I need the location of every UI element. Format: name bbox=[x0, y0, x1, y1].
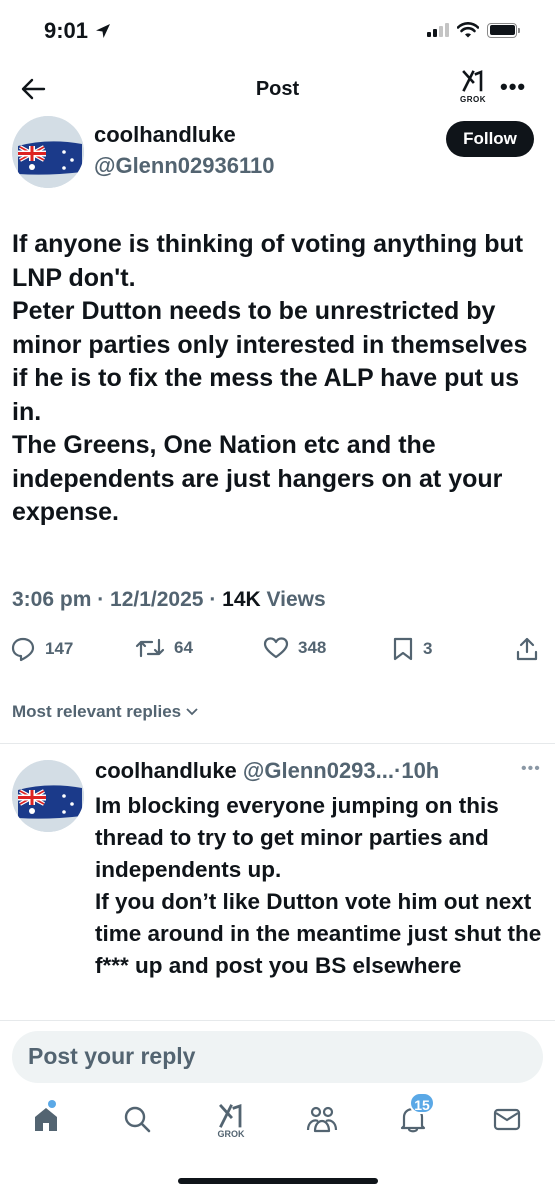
location-arrow-icon bbox=[96, 24, 111, 38]
home-icon bbox=[35, 1108, 57, 1131]
post-meta: 3:06 pm · 12/1/2025 · 14K Views bbox=[12, 588, 326, 611]
reply-line: If you don’t like Dutton vote him out ne… bbox=[95, 889, 542, 978]
sort-label: Most relevant replies bbox=[12, 702, 182, 721]
battery-icon bbox=[487, 22, 520, 38]
reply-input[interactable]: Post your reply bbox=[12, 1031, 543, 1083]
reply-icon bbox=[11, 637, 35, 662]
share-icon bbox=[516, 637, 538, 661]
nav-messages[interactable] bbox=[487, 1104, 527, 1139]
reply-item[interactable]: coolhandluke @Glenn0293...·10h ••• Im bl… bbox=[0, 746, 555, 1016]
grok-label: GROK bbox=[460, 95, 486, 104]
repost-icon bbox=[135, 638, 165, 658]
post-author: coolhandluke @Glenn02936110 Follow bbox=[0, 116, 555, 196]
views-count: 14K bbox=[222, 588, 261, 611]
post-actions: 147 64 348 3 bbox=[0, 636, 555, 672]
australian-flag-icon bbox=[12, 116, 84, 188]
reply-line: Im blocking everyone jumping on this thr… bbox=[95, 793, 499, 882]
grok-button[interactable]: GROK bbox=[458, 70, 488, 104]
views-label: Views bbox=[266, 588, 326, 611]
repost-action[interactable]: 64 bbox=[135, 636, 193, 660]
author-name[interactable]: coolhandluke bbox=[94, 122, 236, 148]
nav-communities[interactable] bbox=[302, 1104, 342, 1139]
mail-icon bbox=[493, 1108, 521, 1131]
avatar[interactable] bbox=[12, 760, 84, 832]
cellular-signal-icon bbox=[427, 23, 449, 37]
nav-grok-label: GROK bbox=[217, 1129, 245, 1139]
communities-icon bbox=[306, 1106, 338, 1133]
share-action[interactable] bbox=[515, 636, 539, 662]
reply-more-options-icon[interactable]: ••• bbox=[521, 760, 541, 778]
replies-sort-dropdown[interactable]: Most relevant replies bbox=[12, 702, 199, 722]
heart-icon bbox=[263, 637, 289, 659]
divider bbox=[0, 1020, 555, 1021]
reply-count: 147 bbox=[45, 639, 74, 658]
home-new-dot bbox=[48, 1100, 56, 1108]
nav-home[interactable] bbox=[26, 1100, 66, 1139]
post-date: 12/1/2025 bbox=[110, 588, 204, 611]
bookmark-count: 3 bbox=[423, 639, 433, 658]
search-icon bbox=[124, 1106, 151, 1133]
reply-header: coolhandluke @Glenn0293...·10h bbox=[95, 758, 439, 784]
bookmark-action[interactable]: 3 bbox=[392, 636, 432, 662]
post-header: Post GROK ••• bbox=[0, 66, 555, 114]
reply-author-name[interactable]: coolhandluke bbox=[95, 758, 237, 783]
post-time: 3:06 pm bbox=[12, 588, 92, 611]
post-line: Peter Dutton needs to be unrestricted by… bbox=[12, 297, 528, 426]
grok-icon bbox=[219, 1104, 242, 1128]
home-indicator bbox=[178, 1178, 378, 1184]
divider bbox=[0, 743, 555, 744]
reply-action[interactable]: 147 bbox=[10, 636, 73, 662]
wifi-icon bbox=[457, 22, 479, 38]
reply-author-handle[interactable]: @Glenn0293... bbox=[243, 758, 394, 783]
post-line: If anyone is thinking of voting anything… bbox=[12, 230, 524, 292]
avatar[interactable] bbox=[12, 116, 84, 188]
nav-grok[interactable]: GROK bbox=[211, 1104, 251, 1139]
like-action[interactable]: 348 bbox=[263, 636, 326, 660]
post-text: If anyone is thinking of voting anything… bbox=[12, 228, 542, 530]
reply-text: Im blocking everyone jumping on this thr… bbox=[95, 790, 550, 982]
bottom-nav: GROK 15 bbox=[0, 1092, 555, 1158]
chevron-down-icon bbox=[186, 708, 198, 716]
status-time: 9:01 bbox=[44, 18, 112, 44]
nav-notifications[interactable]: 15 bbox=[393, 1092, 435, 1139]
like-count: 348 bbox=[298, 638, 327, 657]
author-handle[interactable]: @Glenn02936110 bbox=[94, 153, 274, 179]
post-line: The Greens, One Nation etc and the indep… bbox=[12, 431, 503, 526]
bookmark-icon bbox=[393, 637, 413, 661]
follow-button[interactable]: Follow bbox=[446, 121, 534, 157]
grok-icon bbox=[462, 70, 483, 92]
repost-count: 64 bbox=[174, 638, 193, 657]
reply-time: 10h bbox=[401, 758, 440, 783]
australian-flag-icon bbox=[12, 760, 84, 832]
status-bar: 9:01 bbox=[0, 0, 555, 62]
notifications-badge: 15 bbox=[409, 1092, 435, 1114]
nav-search[interactable] bbox=[117, 1104, 157, 1139]
more-options-icon[interactable]: ••• bbox=[500, 74, 526, 100]
status-time-text: 9:01 bbox=[44, 18, 89, 43]
